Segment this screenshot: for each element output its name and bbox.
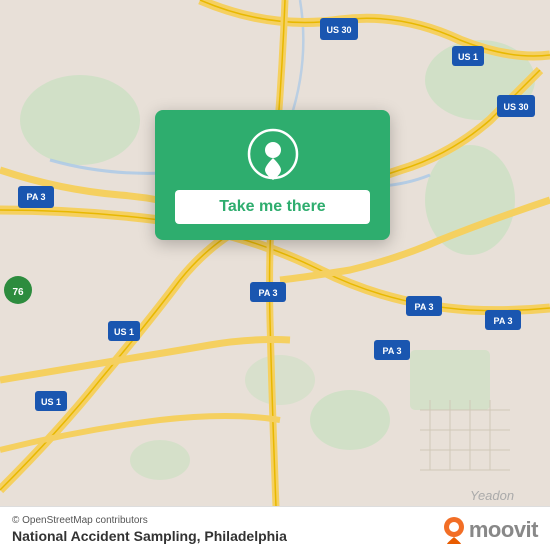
svg-text:PA 3: PA 3 <box>258 288 277 298</box>
osm-credit: © OpenStreetMap contributors <box>12 515 287 526</box>
svg-text:Yeadon: Yeadon <box>470 488 514 503</box>
take-me-there-button[interactable]: Take me there <box>175 190 370 224</box>
svg-text:PA 3: PA 3 <box>26 192 45 202</box>
svg-text:PA 3: PA 3 <box>382 346 401 356</box>
map-svg: US 30 US 1 US 30 PA 3 PA 3 PA 3 PA 3 US … <box>0 0 550 550</box>
navigation-card: Take me there <box>155 110 390 240</box>
location-pin-icon <box>247 128 299 180</box>
svg-text:76: 76 <box>12 287 24 298</box>
bottom-bar: © OpenStreetMap contributors National Ac… <box>0 506 550 550</box>
bottom-left-info: © OpenStreetMap contributors National Ac… <box>12 515 287 544</box>
svg-text:US 30: US 30 <box>326 25 351 35</box>
moovit-logo: moovit <box>443 516 538 544</box>
moovit-pin-icon <box>443 516 465 544</box>
svg-text:PA 3: PA 3 <box>493 316 512 326</box>
map-container: US 30 US 1 US 30 PA 3 PA 3 PA 3 PA 3 US … <box>0 0 550 550</box>
moovit-brand-text: moovit <box>469 517 538 543</box>
svg-text:PA 3: PA 3 <box>414 302 433 312</box>
svg-text:US 30: US 30 <box>503 102 528 112</box>
location-title: National Accident Sampling, Philadelphia <box>12 528 287 544</box>
svg-text:US 1: US 1 <box>458 52 478 62</box>
svg-text:US 1: US 1 <box>114 327 134 337</box>
svg-text:US 1: US 1 <box>41 397 61 407</box>
